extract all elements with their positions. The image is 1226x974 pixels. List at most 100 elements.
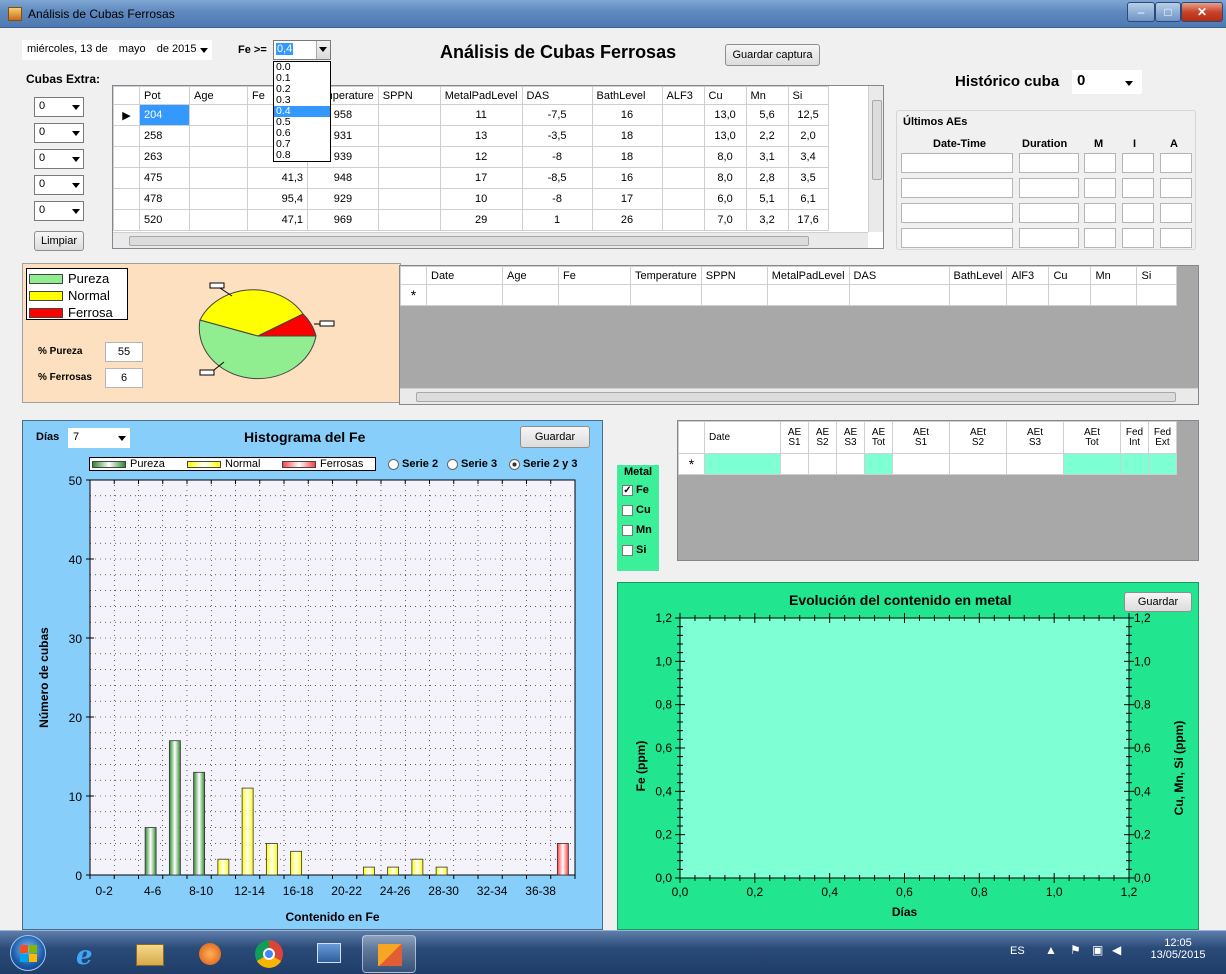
pots-cell[interactable]: 11 bbox=[439, 104, 523, 126]
ae-column-header[interactable]: AE Tot bbox=[864, 421, 893, 454]
pots-cell[interactable]: -8,5 bbox=[521, 167, 593, 189]
pots-cell[interactable] bbox=[189, 104, 248, 126]
pots-cell[interactable]: 16 bbox=[591, 104, 663, 126]
ae-column-header[interactable]: Fed Int bbox=[1120, 421, 1149, 454]
history-column-header[interactable]: Date bbox=[426, 266, 503, 285]
metal-checkbox[interactable]: ✓ Fe bbox=[622, 484, 649, 496]
history-new-row[interactable]: * bbox=[400, 284, 1178, 306]
pots-cell[interactable]: 969 bbox=[307, 209, 379, 231]
minimize-button[interactable]: – bbox=[1127, 2, 1155, 22]
cubas-extra-select[interactable]: 0 bbox=[34, 201, 84, 221]
start-button[interactable] bbox=[10, 935, 46, 971]
pots-cell[interactable]: 204 bbox=[139, 104, 190, 126]
ultimos-aes-cell[interactable] bbox=[1160, 178, 1192, 198]
history-column-header[interactable]: Cu bbox=[1048, 266, 1092, 285]
history-cell[interactable] bbox=[502, 284, 559, 306]
ae-column-header[interactable]: AEt S3 bbox=[1006, 421, 1064, 454]
pots-cell[interactable]: -8 bbox=[521, 188, 593, 210]
history-cell[interactable] bbox=[1048, 284, 1092, 306]
pots-grid[interactable]: Pot Age Fe Temperature SPPN MetalPadLevel DAS B… bbox=[112, 85, 884, 249]
fe-option[interactable]: 0.8 bbox=[274, 150, 330, 161]
metal-checkbox[interactable]: Cu bbox=[622, 504, 651, 516]
pots-cell[interactable]: 3,4 bbox=[787, 146, 829, 168]
pots-table-row[interactable]: 258593113-3,51813,02,22,0 bbox=[113, 125, 829, 147]
pots-cell[interactable]: 17,6 bbox=[787, 209, 829, 231]
pots-cell[interactable] bbox=[189, 209, 248, 231]
pots-cell[interactable]: 95,4 bbox=[247, 188, 308, 210]
ae-cell[interactable] bbox=[1006, 453, 1064, 475]
pots-cell[interactable]: 12 bbox=[439, 146, 523, 168]
pots-cell[interactable]: 6,0 bbox=[703, 188, 747, 210]
ae-column-header[interactable]: AE S1 bbox=[780, 421, 809, 454]
pots-column-header[interactable]: BathLevel bbox=[591, 86, 663, 105]
pots-cell[interactable]: 478 bbox=[139, 188, 190, 210]
ultimos-aes-cell[interactable] bbox=[1084, 228, 1116, 248]
history-cell[interactable] bbox=[1090, 284, 1138, 306]
pots-cell[interactable]: 17 bbox=[439, 167, 523, 189]
history-column-header[interactable]: Age bbox=[502, 266, 559, 285]
pots-cell[interactable]: 29 bbox=[439, 209, 523, 231]
pots-cell[interactable] bbox=[377, 167, 441, 189]
pots-cell[interactable] bbox=[661, 104, 705, 126]
ultimos-aes-cell[interactable] bbox=[1019, 203, 1079, 223]
pots-column-header[interactable]: DAS bbox=[521, 86, 593, 105]
pots-grid-hscroll[interactable] bbox=[113, 232, 868, 248]
history-grid-hscroll[interactable] bbox=[400, 388, 1198, 404]
history-column-header[interactable]: MetalPadLevel bbox=[766, 266, 850, 285]
history-cell[interactable] bbox=[1136, 284, 1178, 306]
history-column-header[interactable]: Si bbox=[1136, 266, 1178, 285]
pots-cell[interactable]: 1 bbox=[521, 209, 593, 231]
pots-cell[interactable] bbox=[189, 167, 248, 189]
taskbar-network-icon[interactable] bbox=[302, 935, 356, 973]
ae-cell[interactable] bbox=[864, 453, 893, 475]
cubas-extra-select[interactable]: 0 bbox=[34, 175, 84, 195]
pots-column-header[interactable]: Mn bbox=[745, 86, 789, 105]
ae-cell[interactable] bbox=[808, 453, 837, 475]
pots-cell[interactable]: 16 bbox=[591, 167, 663, 189]
pots-column-header[interactable]: Si bbox=[787, 86, 829, 105]
ultimos-aes-cell[interactable] bbox=[1160, 228, 1192, 248]
pots-column-header[interactable]: Age bbox=[189, 86, 248, 105]
fe-threshold-dropdown[interactable]: 0.0 0.1 0.2 0.3 0.4 0.5 0.6 0.7 0.8 bbox=[273, 61, 331, 162]
pots-cell[interactable]: 2,0 bbox=[787, 125, 829, 147]
ae-cell[interactable] bbox=[892, 453, 950, 475]
ae-column-header[interactable]: Date bbox=[704, 421, 781, 454]
pots-column-header[interactable]: ALF3 bbox=[661, 86, 705, 105]
pots-cell[interactable] bbox=[189, 125, 248, 147]
pots-table-row[interactable]: 478 95,4 929 10 -8 17 6,0 5,1 6,1 bbox=[113, 188, 829, 210]
history-column-header[interactable]: BathLevel bbox=[948, 266, 1008, 285]
pots-cell[interactable]: 26 bbox=[591, 209, 663, 231]
history-cell[interactable] bbox=[848, 284, 950, 306]
maximize-button[interactable]: □ bbox=[1155, 2, 1181, 22]
pots-cell[interactable]: 18 bbox=[591, 146, 663, 168]
ae-column-header[interactable]: AEt S2 bbox=[949, 421, 1007, 454]
pots-cell[interactable] bbox=[377, 209, 441, 231]
ae-cell[interactable] bbox=[1063, 453, 1121, 475]
ae-column-header[interactable]: AEt S1 bbox=[892, 421, 950, 454]
pots-cell[interactable] bbox=[661, 167, 705, 189]
ultimos-aes-cell[interactable] bbox=[901, 178, 1013, 198]
cubas-extra-select[interactable]: 0 bbox=[34, 149, 84, 169]
history-column-header[interactable]: Fe bbox=[558, 266, 631, 285]
pots-cell[interactable]: 17 bbox=[591, 188, 663, 210]
ae-grid[interactable]: Date AE S1 AE S2 AE S3 AE Tot AEt S1 AEt S2 AEt S3 AEt T… bbox=[677, 420, 1199, 561]
row-header[interactable] bbox=[113, 209, 140, 231]
pots-cell[interactable] bbox=[377, 104, 441, 126]
ae-cell[interactable] bbox=[704, 453, 781, 475]
pots-cell[interactable]: 6,1 bbox=[787, 188, 829, 210]
fe-threshold-select[interactable]: 0,4 bbox=[273, 40, 331, 60]
ultimos-aes-cell[interactable] bbox=[1122, 203, 1154, 223]
ultimos-aes-cell[interactable] bbox=[901, 153, 1013, 173]
pots-cell[interactable]: 13,0 bbox=[703, 104, 747, 126]
pots-cell[interactable] bbox=[661, 209, 705, 231]
ultimos-aes-cell[interactable] bbox=[1084, 153, 1116, 173]
pots-cell[interactable] bbox=[189, 146, 248, 168]
language-indicator[interactable]: ES bbox=[1010, 945, 1025, 957]
history-cell[interactable] bbox=[700, 284, 768, 306]
history-grid[interactable]: Date Age Fe Temperature SPPN MetalPadLevel DAS… bbox=[399, 265, 1199, 405]
taskbar-media-icon[interactable] bbox=[182, 935, 236, 973]
ultimos-aes-cell[interactable] bbox=[1122, 153, 1154, 173]
ae-cell[interactable] bbox=[836, 453, 865, 475]
row-header[interactable]: ▶ bbox=[113, 104, 140, 126]
ae-new-row[interactable]: * bbox=[678, 453, 1177, 475]
